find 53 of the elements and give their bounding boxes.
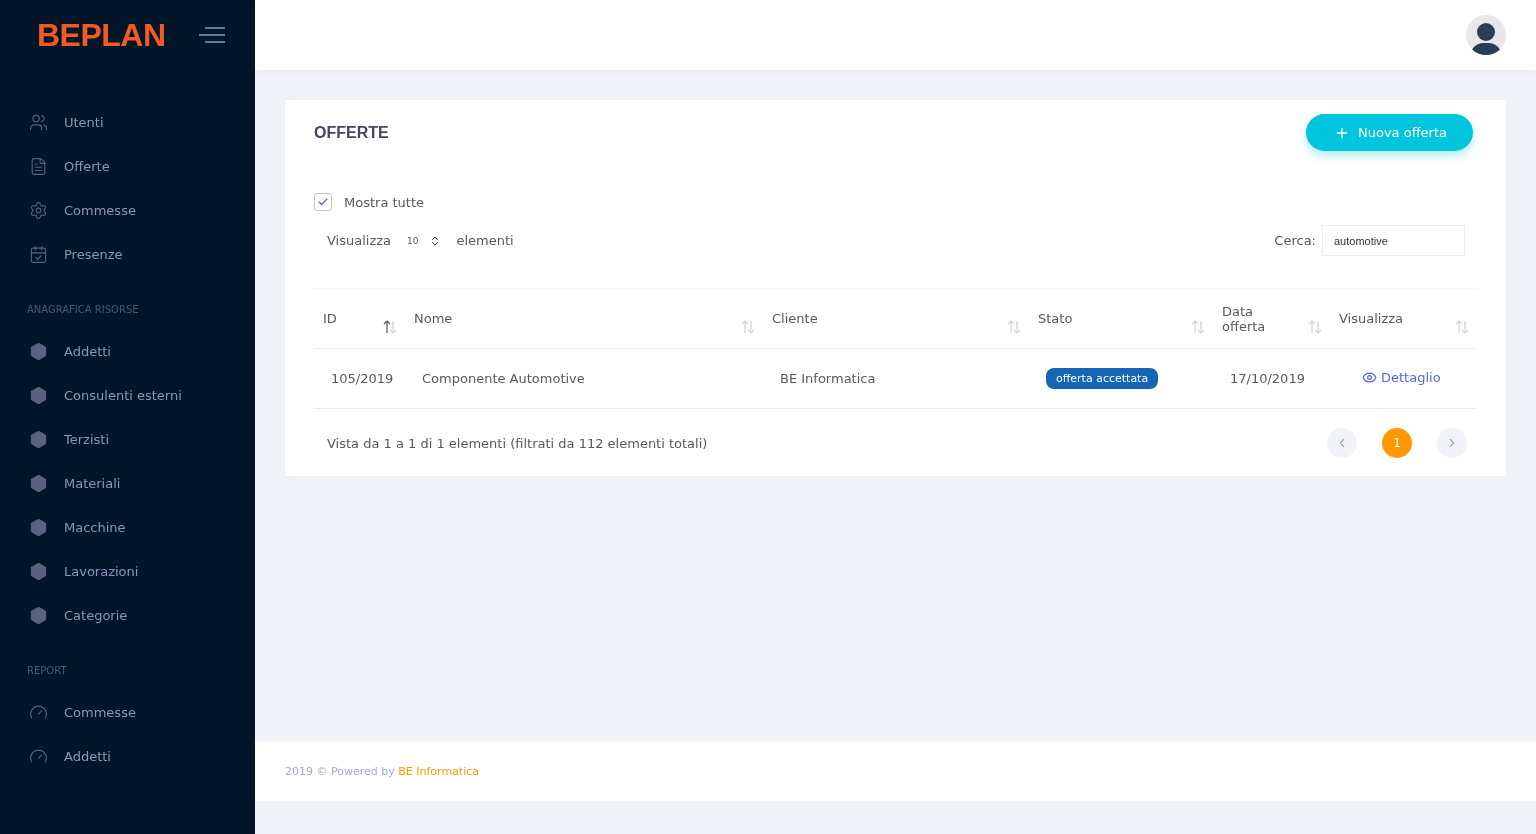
cube-icon [29,561,48,581]
column-header[interactable]: Data offerta [1213,288,1330,349]
table-info: Vista da 1 a 1 di 1 elementi (filtrati da 112 elementi totali) [327,435,708,451]
calendar-icon [29,244,48,264]
sidebar-item[interactable]: Presenze [0,232,255,276]
sidebar-item[interactable]: Consulenti esterni [0,373,255,417]
sidebar-item[interactable]: Lavorazioni [0,549,255,593]
column-header[interactable]: Stato [1029,288,1213,349]
avatar[interactable] [1466,15,1506,55]
cube-icon [29,429,48,449]
sidebar-item[interactable]: Commesse [0,690,255,734]
cube-icon [29,341,48,361]
card-title: OFFERTE [314,123,389,142]
menu-icon[interactable] [199,27,225,43]
sidebar-item[interactable]: Offerte [0,144,255,188]
footer-text: 2019 © Powered by BE Informatica [285,764,479,778]
table-cell: 17/10/2019 [1213,348,1330,409]
cube-icon [29,473,48,493]
table-cell: Componente Automotive [405,348,763,409]
cube-icon [29,385,48,405]
sidebar-item[interactable]: Macchine [0,505,255,549]
detail-link[interactable]: Dettaglio [1362,369,1441,385]
sidebar-item[interactable]: Utenti [0,100,255,144]
sidebar-item[interactable]: Commesse [0,188,255,232]
checkbox[interactable] [314,193,332,211]
search-label: Cerca: [1274,233,1316,248]
section-heading: REPORT [26,665,68,676]
cube-icon [29,517,48,537]
column-header[interactable]: Cliente [763,288,1029,349]
length-label: elementi [456,233,514,248]
check-icon [317,196,329,208]
checkbox-label: Mostra tutte [344,194,424,210]
eye-icon [1362,369,1377,385]
sidebar-item[interactable]: Terzisti [0,417,255,461]
column-header[interactable]: Visualizza [1330,288,1477,349]
length-label: Visualizza [327,233,392,248]
section-heading: ANAGRAFICA RISORSE [26,304,140,315]
document-icon [29,156,48,176]
sidebar-item[interactable]: Addetti [0,734,255,778]
page-size-select[interactable]: 10 [399,228,449,253]
table-cell: BE Informatica [763,348,1029,409]
status-badge: offerta accettata [1046,368,1159,389]
sidebar-item[interactable]: Addetti [0,329,255,373]
column-header[interactable]: ID [314,288,405,349]
sidebar-item[interactable]: Materiali [0,461,255,505]
sidebar-item[interactable]: Categorie [0,593,255,637]
search-field[interactable]: automotive [1322,225,1465,256]
brand-logo: BEPLAN [37,16,166,54]
users-icon [29,112,48,132]
gear-icon [29,200,48,220]
cube-icon [29,605,48,625]
column-header[interactable]: Nome [405,288,763,349]
table-cell: 105/2019 [314,348,405,409]
